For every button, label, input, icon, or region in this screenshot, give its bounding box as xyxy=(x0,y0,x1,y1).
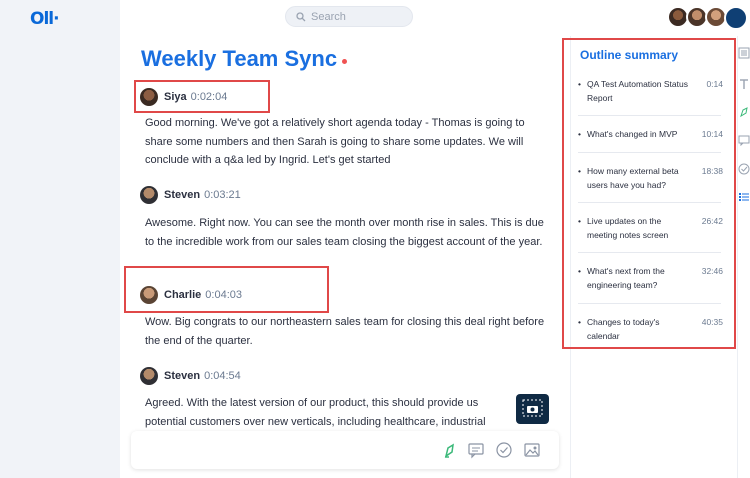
search-icon xyxy=(296,11,306,21)
participant-avatars xyxy=(667,6,748,30)
user-avatar[interactable] xyxy=(724,6,748,30)
speaker-name[interactable]: Steven xyxy=(164,370,200,382)
speaker-timestamp[interactable]: 0:04:54 xyxy=(204,370,241,382)
speaker-header: Steven 0:04:54 xyxy=(140,367,241,385)
text-icon[interactable] xyxy=(738,78,750,90)
highlight-box xyxy=(124,266,329,313)
speaker-timestamp[interactable]: 0:03:21 xyxy=(204,189,241,201)
highlight-box xyxy=(562,38,736,349)
action-item-icon[interactable] xyxy=(738,163,750,175)
meeting-title: Weekly Team Sync xyxy=(141,46,338,71)
otter-logo[interactable]: Oll· xyxy=(30,9,60,29)
speaker-header: Steven 0:03:21 xyxy=(140,186,241,204)
recording-indicator xyxy=(342,59,347,64)
left-sidebar: Oll· xyxy=(0,0,120,478)
action-item-icon[interactable] xyxy=(495,441,513,459)
top-bar xyxy=(120,0,750,36)
outline-list-icon[interactable] xyxy=(738,191,750,203)
image-icon[interactable] xyxy=(523,441,541,459)
search-input[interactable]: Search xyxy=(311,11,346,23)
comment-icon[interactable] xyxy=(738,134,750,146)
speaker-name[interactable]: Steven xyxy=(164,189,200,201)
speaker-avatar xyxy=(140,367,158,385)
transcript-paragraph[interactable]: Awesome. Right now. You can see the mont… xyxy=(145,214,555,251)
transcript-paragraph[interactable]: Agreed. With the latest version of our p… xyxy=(145,394,520,431)
right-icon-rail xyxy=(737,36,750,478)
highlight-box xyxy=(134,80,270,113)
screenshot-capture-button[interactable] xyxy=(516,394,549,424)
app-window: Oll· Search Weekly Team Sync Siya 0:02:0… xyxy=(0,0,750,478)
highlight-icon[interactable] xyxy=(738,106,750,118)
notes-icon[interactable] xyxy=(738,47,750,59)
speaker-avatar xyxy=(140,186,158,204)
transcript-paragraph[interactable]: Wow. Big congrats to our northeastern sa… xyxy=(145,313,555,350)
search-box[interactable]: Search xyxy=(285,6,413,27)
highlight-icon[interactable] xyxy=(441,441,459,459)
comment-icon[interactable] xyxy=(467,441,485,459)
camera-icon xyxy=(522,399,543,417)
transcript-paragraph[interactable]: Good morning. We've got a relatively sho… xyxy=(145,114,555,170)
